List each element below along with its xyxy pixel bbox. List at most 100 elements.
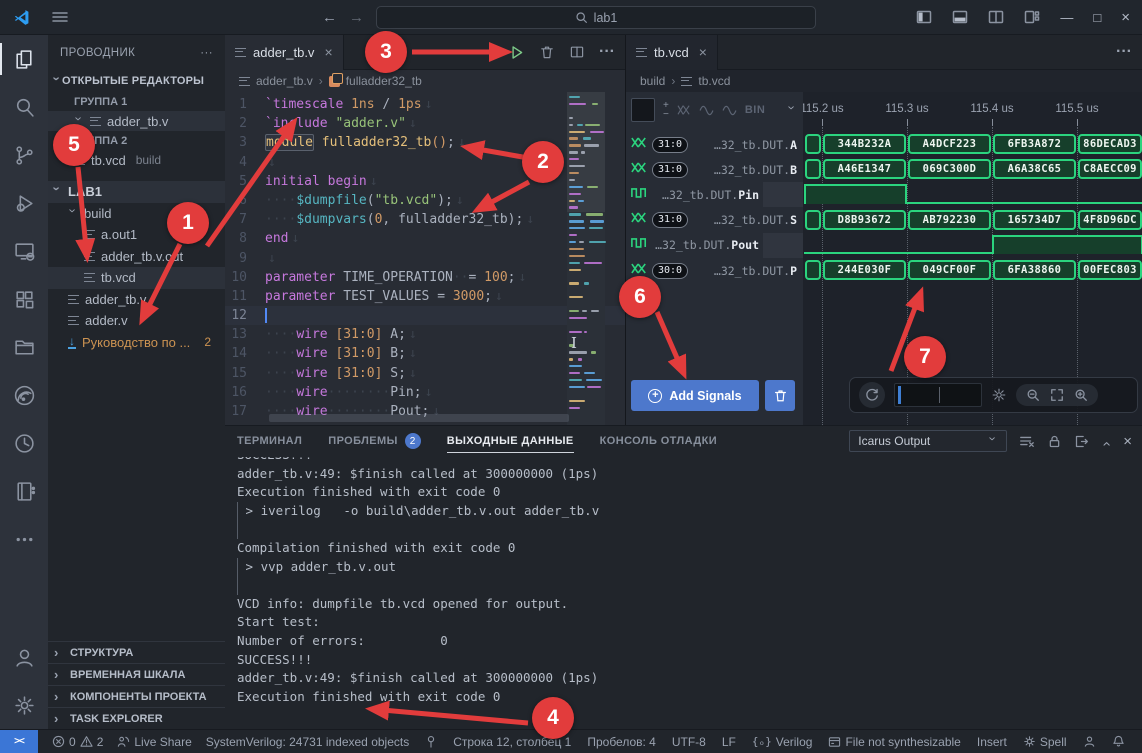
signal-row-b[interactable]: 31:0…32_tb.DUT.B (626, 157, 803, 182)
open-editors-section[interactable]: › ОТКРЫТЫЕ РЕДАКТОРЫ (48, 70, 225, 92)
code-line-4[interactable]: 4↓ (225, 153, 625, 172)
activity-timeline[interactable] (0, 419, 48, 467)
toggle-sidebar-icon[interactable] (916, 9, 932, 25)
eol-setting[interactable]: LF (722, 735, 736, 749)
activity-search[interactable] (0, 83, 48, 131)
open-in-editor-icon[interactable] (1074, 434, 1089, 449)
tree-item-руководство-по[interactable]: ↓Руководство по ...2 (48, 332, 225, 354)
code-line-6[interactable]: 6····$dumpfile("tb.vcd");↓ (225, 191, 625, 210)
split-editor-layout-icon[interactable] (988, 9, 1004, 25)
breadcrumb-symbol[interactable]: fulladder32_tb (346, 74, 422, 88)
waveform-canvas[interactable]: 115.2 us115.3 us115.4 us115.5 us344B232A… (803, 92, 1142, 425)
breadcrumb-file[interactable]: adder_tb.v (256, 74, 313, 88)
settings-button[interactable] (0, 681, 48, 729)
value-stepper[interactable]: +− (663, 101, 669, 119)
activity-project-manager[interactable] (0, 323, 48, 371)
account-button[interactable] (0, 633, 48, 681)
panel-tab-терминал[interactable]: ТЕРМИНАЛ (237, 426, 302, 456)
code-line-14[interactable]: 14····wire [31:0] B;↓ (225, 344, 625, 363)
toggle-panel-icon[interactable] (952, 9, 968, 25)
clear-output-icon[interactable] (1019, 433, 1035, 449)
activity-platformio[interactable] (0, 371, 48, 419)
close-panel-icon[interactable]: × (1123, 433, 1132, 450)
code-line-7[interactable]: 7····$dumpvars(0, fulladder32_tb);↓ (225, 210, 625, 229)
menu-icon[interactable] (51, 8, 69, 26)
section-task-explorer[interactable]: ›TASK EXPLORER (48, 707, 225, 729)
tab-adder-tb-v[interactable]: adder_tb.v × (225, 35, 344, 70)
signal-row-a[interactable]: 31:0…32_tb.DUT.A (626, 132, 803, 157)
tree-item-adder-tb-v-out[interactable]: adder_tb.v.out (48, 246, 225, 268)
signal-row-s[interactable]: 31:0…32_tb.DUT.S (626, 208, 803, 233)
code-line-9[interactable]: 9↓ (225, 249, 625, 268)
nav-back-icon[interactable]: ← (322, 9, 337, 26)
feedback-button[interactable] (1083, 735, 1096, 748)
window-minimize-button[interactable]: — (1060, 10, 1073, 25)
tab-close-icon[interactable]: × (324, 44, 332, 60)
zoom-in-icon[interactable] (1074, 388, 1088, 402)
signal-row-pout[interactable]: …32_tb.DUT.Pout (626, 233, 803, 258)
more-actions-icon[interactable]: ··· (599, 43, 615, 61)
wave-row-s[interactable]: D8B93672AB792230165734D74F8D96DC (803, 208, 1142, 233)
wave-row-b[interactable]: A46E1347069C300DA6A38C65C8AECC09 (803, 157, 1142, 182)
code-line-2[interactable]: 2`include "adder.v"↓ (225, 114, 625, 133)
activity-extensions[interactable] (0, 275, 48, 323)
problems-status[interactable]: 0 2 (52, 735, 103, 749)
timeline-scrubber[interactable] (894, 383, 982, 407)
output-channel-select[interactable]: Icarus Output › (849, 430, 1007, 452)
breadcrumb[interactable]: build › tb.vcd (626, 70, 1142, 92)
code-line-12[interactable]: 12 (225, 306, 625, 325)
split-editor-icon[interactable] (569, 44, 585, 60)
run-button[interactable] (508, 44, 525, 61)
horizontal-scrollbar[interactable] (269, 414, 569, 422)
window-close-button[interactable]: × (1121, 9, 1130, 26)
output-console[interactable]: SUCCESS!!!adder_tb.v:49: $finish called … (237, 457, 1136, 727)
ports-button[interactable] (425, 735, 437, 748)
wave-format-icon[interactable] (699, 105, 714, 116)
wave-row-p[interactable]: 244E030F049CF00F6FA3886000FEC803 (803, 258, 1142, 283)
panel-tab-консоль-отладки[interactable]: КОНСОЛЬ ОТЛАДКИ (600, 426, 717, 456)
wave-format-icon-2[interactable] (722, 105, 737, 116)
remove-signals-button[interactable] (765, 380, 795, 411)
color-swatch[interactable] (631, 98, 655, 122)
code-line-11[interactable]: 11parameter TEST_VALUES = 3000;↓ (225, 287, 625, 306)
wave-row-a[interactable]: 344B232AA4DCF2236FB3A87286DECAD3 (803, 132, 1142, 157)
section-компоненты-проекта[interactable]: ›КОМПОНЕНТЫ ПРОЕКТА (48, 685, 225, 707)
code-line-15[interactable]: 15····wire [31:0] S;↓ (225, 364, 625, 383)
code-line-13[interactable]: 13····wire [31:0] A;↓ (225, 325, 625, 344)
command-center-search[interactable]: lab1 (376, 6, 816, 29)
gear-icon[interactable] (991, 387, 1007, 403)
code-line-10[interactable]: 10parameter TIME_OPERATION··= 100;↓ (225, 268, 625, 287)
wave-row-pin[interactable] (803, 182, 1142, 207)
spell-checker[interactable]: Spell (1023, 735, 1067, 749)
code-editor[interactable]: 1`timescale 1ns / 1ps↓2`include "adder.v… (225, 92, 625, 425)
tree-item-adder-tb-v[interactable]: adder_tb.v (48, 289, 225, 311)
code-line-16[interactable]: 16····wire········Pin;↓ (225, 383, 625, 402)
refresh-button[interactable] (859, 382, 885, 408)
panel-tab-проблемы[interactable]: ПРОБЛЕМЫ2 (328, 426, 420, 456)
code-line-8[interactable]: 8end↓ (225, 229, 625, 248)
code-line-1[interactable]: 1`timescale 1ns / 1ps↓ (225, 95, 625, 114)
fit-view-icon[interactable] (1050, 388, 1064, 402)
activity-run-debug[interactable] (0, 179, 48, 227)
maximize-panel-icon[interactable]: › (1099, 436, 1114, 446)
activity-explorer[interactable] (0, 35, 48, 83)
language-indexer-status[interactable]: SystemVerilog: 24731 indexed objects (206, 735, 409, 749)
remote-indicator[interactable]: >< (0, 730, 38, 753)
signal-row-pin[interactable]: …32_tb.DUT.Pin (626, 182, 803, 207)
tree-item-lab1[interactable]: ›LAB1 (48, 181, 225, 203)
activity-source-control[interactable] (0, 131, 48, 179)
customize-layout-icon[interactable] (1024, 9, 1040, 25)
wave-row-pout[interactable] (803, 233, 1142, 258)
panel-tab-выходные-данные[interactable]: ВЫХОДНЫЕ ДАННЫЕ (447, 426, 574, 456)
format-select[interactable]: BIN (745, 104, 765, 116)
nav-forward-icon[interactable]: → (349, 9, 364, 26)
code-line-3[interactable]: 3module fulladder32_tb();↓ (225, 133, 625, 152)
language-mode[interactable]: {ₒ} Verilog (752, 735, 813, 749)
notifications-button[interactable] (1112, 735, 1125, 748)
lock-icon[interactable] (1047, 434, 1062, 449)
code-line-5[interactable]: 5initial begin↓ (225, 172, 625, 191)
add-signals-button[interactable]: + Add Signals (631, 380, 759, 411)
breadcrumb-folder[interactable]: build (640, 74, 665, 88)
section-временная-шкала[interactable]: ›ВРЕМЕННАЯ ШКАЛА (48, 663, 225, 685)
tab-close-icon[interactable]: × (699, 44, 707, 60)
